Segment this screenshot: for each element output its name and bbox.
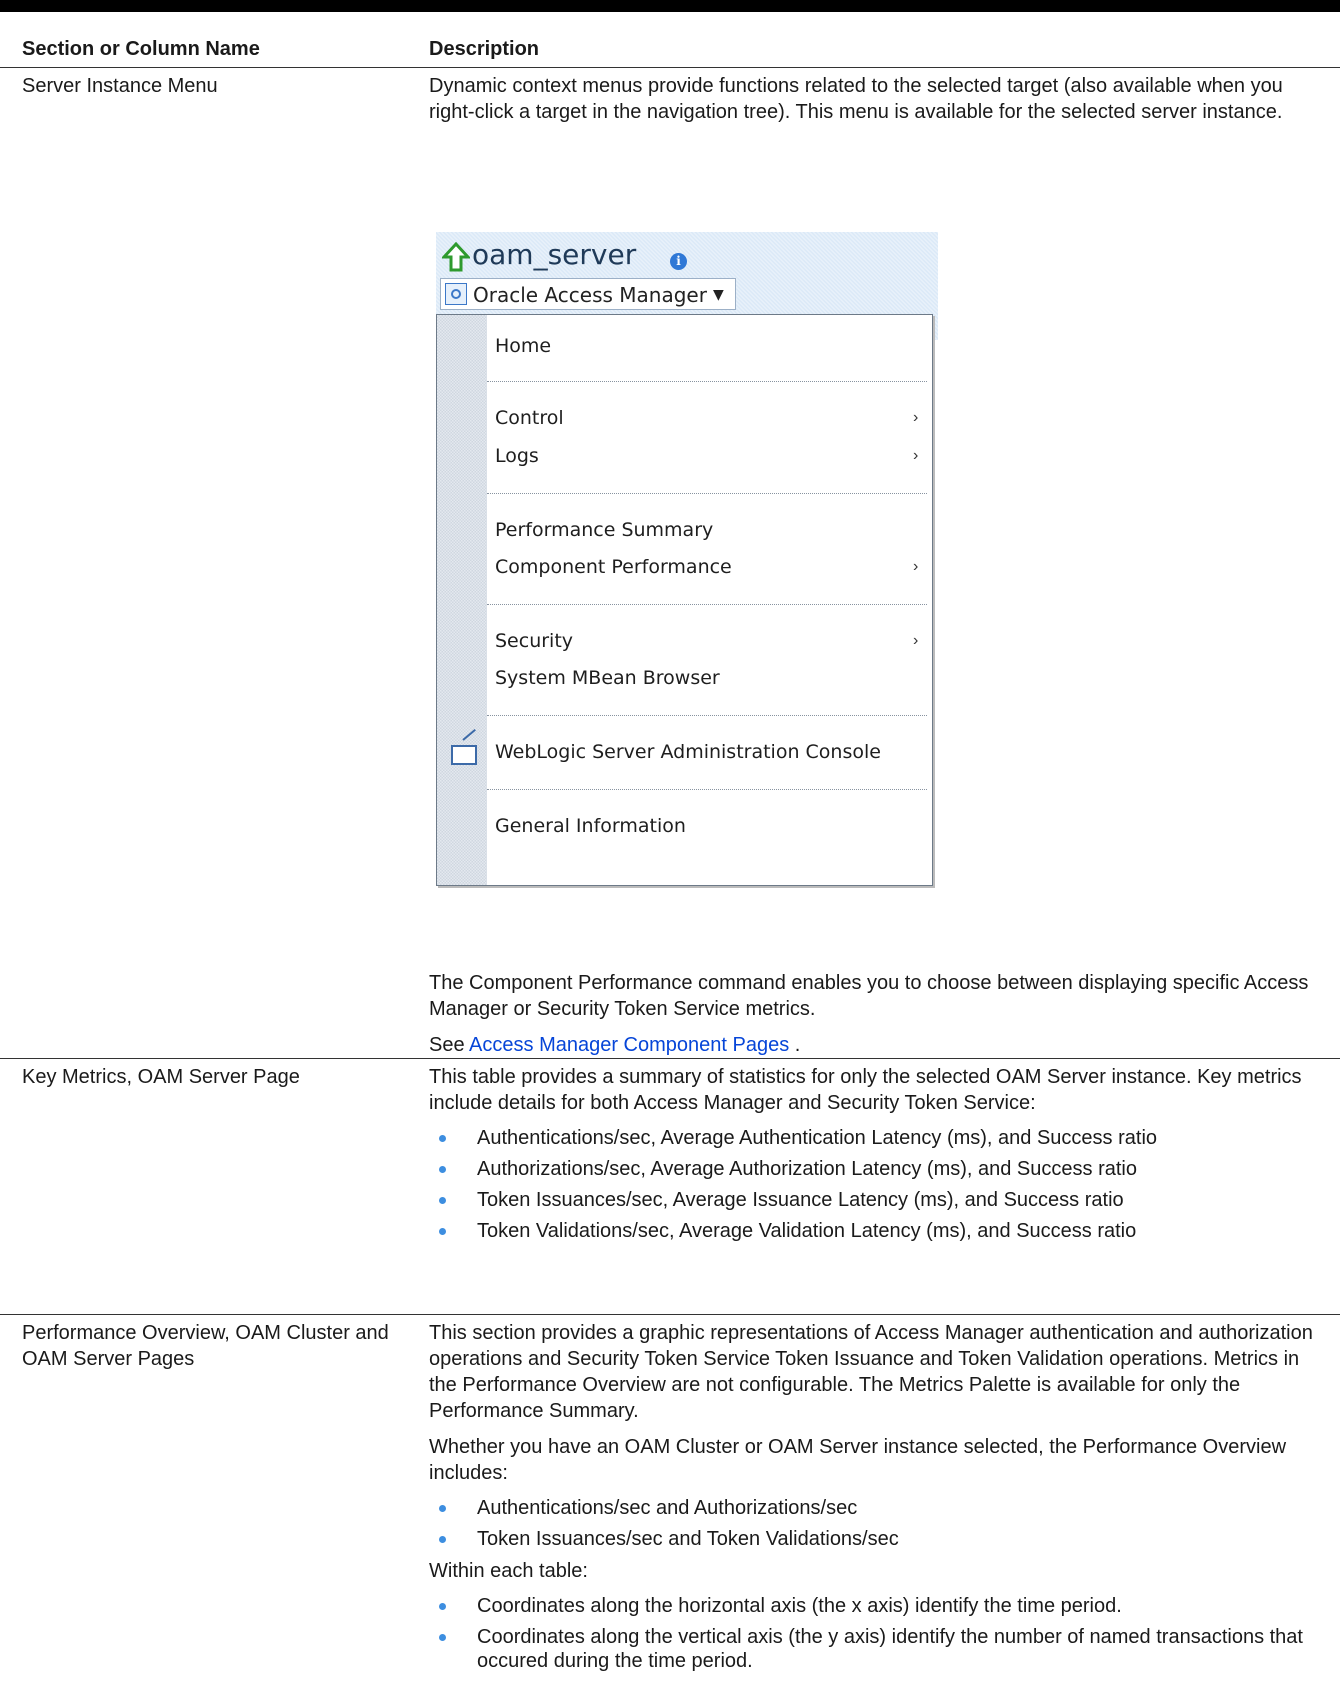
row-description-continued: The Component Performance command enable… — [429, 970, 1329, 1068]
list-item: Token Issuances/sec and Token Validation… — [429, 1527, 1329, 1551]
list-item: Authentications/sec and Authorizations/s… — [429, 1496, 1329, 1520]
paragraph: The Component Performance command enable… — [429, 972, 1309, 1020]
table-axes-list: Coordinates along the horizontal axis (t… — [429, 1594, 1329, 1673]
bullet-icon — [439, 1603, 446, 1610]
chevron-right-icon: › — [913, 409, 919, 426]
row-description: This section provides a graphic represen… — [429, 1320, 1329, 1680]
target-icon — [445, 283, 467, 305]
list-item-text: Authorizations/sec, Average Authorizatio… — [477, 1158, 1137, 1180]
up-arrow-icon — [442, 242, 470, 272]
menu-item-general-information[interactable]: General Information — [495, 815, 686, 837]
row-name-key-metrics: Key Metrics, OAM Server Page — [22, 1066, 300, 1088]
menu-item-weblogic-console[interactable]: WebLogic Server Administration Console — [495, 741, 881, 763]
header-divider — [0, 67, 1340, 68]
info-icon[interactable]: i — [670, 253, 687, 270]
top-rule — [0, 0, 1340, 12]
server-name: oam_server — [472, 238, 637, 271]
row-divider — [0, 1314, 1340, 1315]
bullet-icon — [439, 1228, 446, 1235]
list-item-text: Authentications/sec, Average Authenticat… — [477, 1127, 1158, 1149]
column-header-description: Description — [429, 38, 540, 60]
row-description: This table provides a summary of statist… — [429, 1064, 1329, 1250]
chevron-right-icon: › — [913, 447, 919, 464]
list-item-text: Coordinates along the horizontal axis (t… — [477, 1595, 1122, 1617]
bullet-icon — [439, 1536, 446, 1543]
context-menu: Home Control › Logs › Performance Summar… — [436, 314, 933, 886]
see-prefix: See — [429, 1034, 470, 1056]
row-divider — [0, 1058, 1340, 1059]
bullet-icon — [439, 1634, 446, 1641]
list-item-text: Token Issuances/sec and Token Validation… — [477, 1528, 899, 1550]
menu-item-system-mbean-browser[interactable]: System MBean Browser — [495, 667, 720, 689]
list-item: Authorizations/sec, Average Authorizatio… — [429, 1157, 1329, 1181]
paragraph: Within each table: — [429, 1560, 588, 1582]
key-metrics-list: Authentications/sec, Average Authenticat… — [429, 1126, 1329, 1243]
menu-item-control[interactable]: Control — [495, 407, 564, 429]
menu-item-performance-summary[interactable]: Performance Summary — [495, 519, 713, 541]
menu-item-security[interactable]: Security — [495, 630, 573, 652]
external-link-icon — [451, 745, 477, 765]
menu-gutter — [437, 315, 487, 885]
list-item-text: Authentications/sec and Authorizations/s… — [477, 1497, 858, 1519]
chevron-right-icon: › — [913, 632, 919, 649]
paragraph: This section provides a graphic represen… — [429, 1322, 1313, 1422]
bullet-icon — [439, 1505, 446, 1512]
menu-item-logs[interactable]: Logs — [495, 445, 539, 467]
list-item: Token Issuances/sec, Average Issuance La… — [429, 1188, 1329, 1212]
list-item: Coordinates along the horizontal axis (t… — [429, 1594, 1329, 1618]
row-name-performance-overview: Performance Overview, OAM Cluster and OA… — [22, 1322, 389, 1370]
row-description: Dynamic context menus provide functions … — [429, 73, 1329, 135]
server-instance-menu-screenshot: oam_server i Oracle Access Manager ▼ Hom… — [436, 232, 938, 886]
menu-separator — [487, 381, 927, 382]
chevron-down-icon: ▼ — [713, 287, 724, 303]
performance-overview-list: Authentications/sec and Authorizations/s… — [429, 1496, 1329, 1551]
menu-separator — [487, 789, 927, 790]
list-item: Authentications/sec, Average Authenticat… — [429, 1126, 1329, 1150]
oracle-access-manager-menu-button[interactable]: Oracle Access Manager ▼ — [440, 278, 736, 310]
see-suffix: . — [789, 1034, 801, 1056]
menu-separator — [487, 715, 927, 716]
bullet-icon — [439, 1166, 446, 1173]
column-header-name: Section or Column Name — [22, 38, 260, 60]
menu-separator — [487, 493, 927, 494]
list-item-text: Coordinates along the vertical axis (the… — [477, 1626, 1303, 1672]
list-item: Coordinates along the vertical axis (the… — [429, 1625, 1329, 1673]
chevron-right-icon: › — [913, 558, 919, 575]
table-header: Section or Column Name Description — [0, 30, 1340, 70]
list-item-text: Token Validations/sec, Average Validatio… — [477, 1220, 1137, 1242]
bullet-icon — [439, 1135, 446, 1142]
paragraph: Whether you have an OAM Cluster or OAM S… — [429, 1436, 1287, 1484]
access-manager-component-pages-link[interactable]: Access Manager Component Pages — [469, 1034, 789, 1056]
menu-item-component-performance[interactable]: Component Performance — [495, 556, 732, 578]
paragraph: This table provides a summary of statist… — [429, 1066, 1302, 1114]
list-item-text: Token Issuances/sec, Average Issuance La… — [477, 1189, 1124, 1211]
menu-button-label: Oracle Access Manager — [473, 283, 707, 307]
see-reference: See Access Manager Component Pages . — [429, 1032, 1329, 1058]
menu-item-home[interactable]: Home — [495, 335, 551, 357]
list-item: Token Validations/sec, Average Validatio… — [429, 1219, 1329, 1243]
bullet-icon — [439, 1197, 446, 1204]
paragraph: Dynamic context menus provide functions … — [429, 75, 1283, 123]
row-name-server-instance-menu: Server Instance Menu — [22, 75, 218, 97]
menu-separator — [487, 604, 927, 605]
